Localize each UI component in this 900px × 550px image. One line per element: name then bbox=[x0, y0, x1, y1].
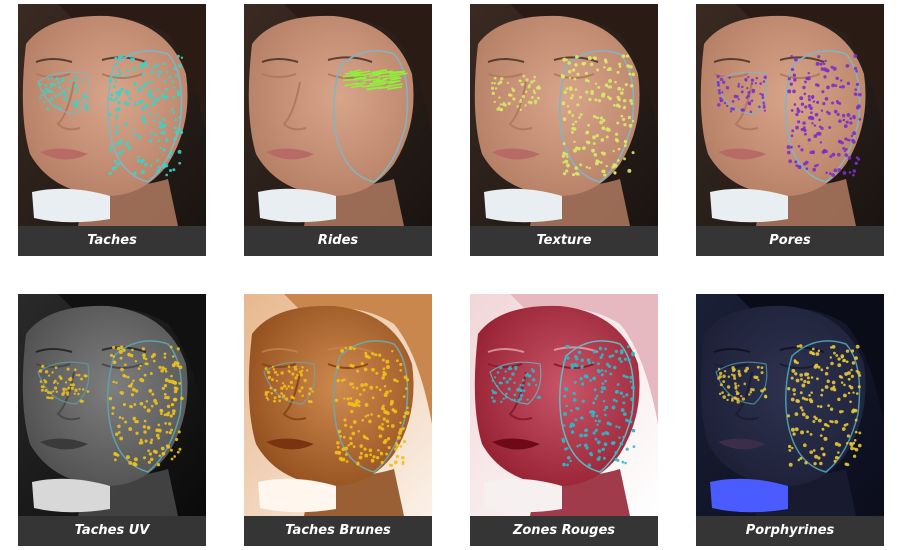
card-caption: Taches Brunes bbox=[244, 516, 432, 546]
face-photo bbox=[696, 4, 884, 226]
face-illustration bbox=[18, 294, 206, 516]
analysis-card-rides: Rides bbox=[244, 4, 432, 256]
face-illustration bbox=[244, 294, 432, 516]
card-caption: Taches UV bbox=[18, 516, 206, 546]
card-caption: Rides bbox=[244, 226, 432, 256]
face-illustration bbox=[470, 4, 658, 226]
analysis-card-taches-uv: Taches UV bbox=[18, 294, 206, 546]
face-photo bbox=[470, 294, 658, 516]
face-photo bbox=[696, 294, 884, 516]
face-illustration bbox=[696, 294, 884, 516]
card-caption: Pores bbox=[696, 226, 884, 256]
analysis-card-zones-rouges: Zones Rouges bbox=[470, 294, 658, 546]
face-photo bbox=[244, 4, 432, 226]
face-photo bbox=[470, 4, 658, 226]
analysis-card-texture: Texture bbox=[470, 4, 658, 256]
face-photo bbox=[18, 4, 206, 226]
analysis-card-porphyrines: Porphyrines bbox=[696, 294, 884, 546]
analysis-card-taches-brunes: Taches Brunes bbox=[244, 294, 432, 546]
analysis-card-taches: Taches bbox=[18, 4, 206, 256]
face-illustration bbox=[244, 4, 432, 226]
face-illustration bbox=[470, 294, 658, 516]
face-illustration bbox=[696, 4, 884, 226]
face-illustration bbox=[18, 4, 206, 226]
card-caption: Porphyrines bbox=[696, 516, 884, 546]
face-photo bbox=[244, 294, 432, 516]
card-caption: Zones Rouges bbox=[470, 516, 658, 546]
analysis-card-pores: Pores bbox=[696, 4, 884, 256]
face-photo bbox=[18, 294, 206, 516]
card-caption: Texture bbox=[470, 226, 658, 256]
card-caption: Taches bbox=[18, 226, 206, 256]
